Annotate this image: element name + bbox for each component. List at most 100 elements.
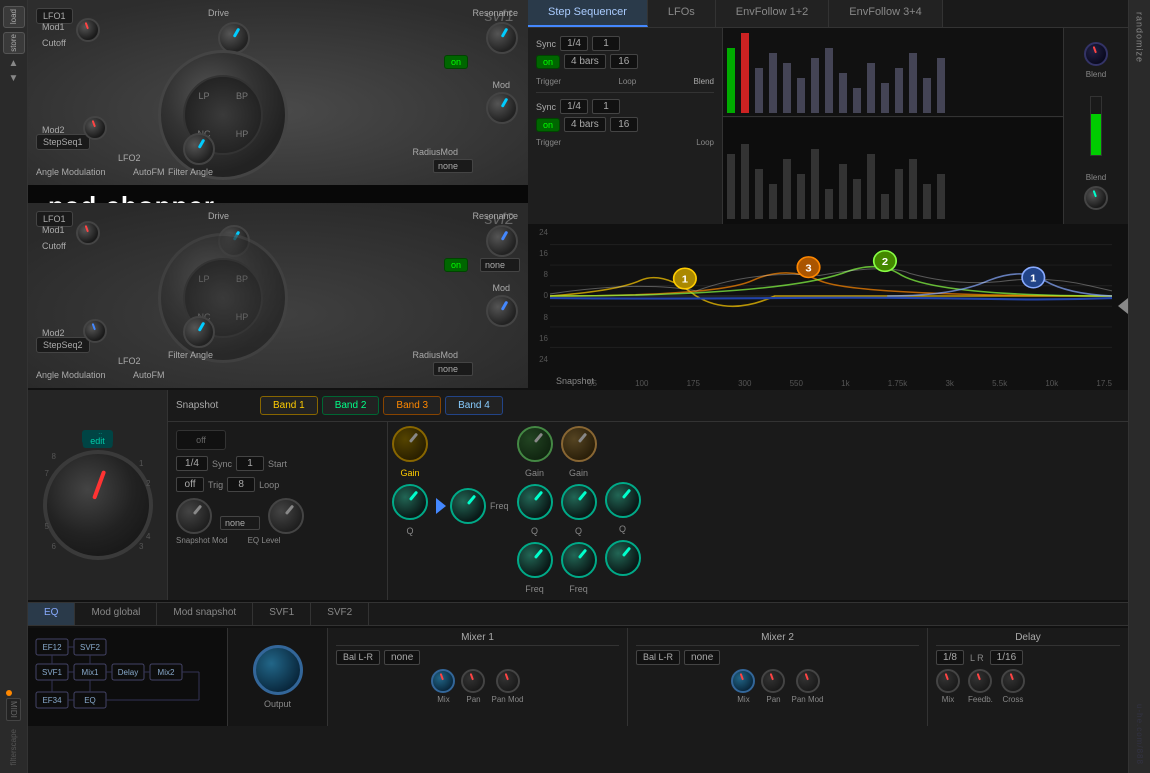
snapshot-off-btn[interactable]: off (176, 430, 226, 450)
mixer2-mix-knob[interactable] (731, 669, 755, 693)
seq1-sync-val[interactable]: 1/4 (560, 36, 588, 51)
delay-val2[interactable]: 1/16 (990, 650, 1023, 665)
output-knob[interactable] (253, 645, 303, 695)
seq1-on-toggle[interactable]: on (536, 55, 560, 69)
svf1-radiusmod-select[interactable]: none (433, 159, 473, 173)
seq2-on-toggle[interactable]: on (536, 118, 560, 132)
seq2-bars-svg (723, 134, 1063, 224)
mixer1-panmod-knob[interactable] (496, 669, 520, 693)
snapshot-trig-row: off Trig 8 Loop (176, 477, 379, 492)
eq-tab-mod-global[interactable]: Mod global (75, 603, 157, 625)
main-tab-bar: Step Sequencer LFOs EnvFollow 1+2 EnvFol… (528, 0, 1128, 28)
mixer2-none[interactable]: none (684, 650, 720, 665)
seq2-bars-val[interactable]: 4 bars (564, 117, 606, 132)
band3-button[interactable]: Band 3 (383, 396, 441, 415)
svf1-cutoff-label: Cutoff (42, 38, 66, 48)
band1-button[interactable]: Band 1 (260, 396, 318, 415)
store-button[interactable]: store (3, 32, 25, 54)
svf1-autofm-label: AutoFM (133, 167, 165, 177)
delay-val1[interactable]: 1/8 (936, 650, 964, 665)
svf2-resonance-select[interactable]: none (480, 258, 520, 272)
svf2-on-toggle[interactable]: on (444, 258, 468, 272)
snapshot-trig-val[interactable]: 8 (227, 477, 255, 492)
svf1-resonance-knob[interactable] (486, 22, 518, 54)
band2-q-knob[interactable] (517, 484, 553, 520)
snapshot-left-controls: off 1/4 Sync 1 Start off Trig 8 Loop (168, 422, 388, 600)
mixer1-mix-group: Mix (431, 669, 455, 704)
blend1-knob[interactable] (1084, 42, 1108, 66)
mixer1-bal-lr[interactable]: Bal L-R (336, 650, 380, 665)
band4-freq-knob[interactable] (605, 540, 641, 576)
mixer2-bal-lr[interactable]: Bal L-R (636, 650, 680, 665)
arrow-down-button[interactable]: ▼ (9, 73, 19, 84)
svf1-mod-knob[interactable] (486, 92, 518, 124)
delay-feedb-knob[interactable] (968, 669, 992, 693)
band1-q-knob[interactable] (392, 484, 428, 520)
band4-q-knob[interactable] (605, 482, 641, 518)
band1-freq-knob[interactable] (450, 488, 486, 524)
mixer2-panmod-knob[interactable] (796, 669, 820, 693)
svf2-mod1-knob[interactable] (76, 221, 100, 245)
tab-envfollow-34[interactable]: EnvFollow 3+4 (829, 0, 942, 27)
svf1-filter-wheel[interactable]: LP BP NC HP (158, 50, 288, 180)
mixer1-mix-knob[interactable] (431, 669, 455, 693)
seq2-num-val[interactable]: 1 (592, 99, 620, 114)
blend2-knob[interactable] (1084, 186, 1108, 210)
load-button[interactable]: load (3, 6, 25, 28)
mixer1-pan-knob[interactable] (461, 669, 485, 693)
svf2-mod2-knob[interactable] (83, 319, 107, 343)
seq1-sync-row: Sync 1/4 1 (536, 36, 714, 51)
svf2-radiusmod-select[interactable]: none (433, 362, 473, 376)
svf2-filter-wheel[interactable]: LP BP NC HP (158, 233, 288, 363)
band3-q-knob[interactable] (561, 484, 597, 520)
eq-tab-mod-snapshot[interactable]: Mod snapshot (157, 603, 253, 625)
svf1-mod2-knob[interactable] (83, 116, 107, 140)
delay-mix-knob[interactable] (936, 669, 960, 693)
seq1-loop-val[interactable]: 16 (610, 54, 638, 69)
seq1-num-val[interactable]: 1 (592, 36, 620, 51)
eq-tab-eq[interactable]: EQ (28, 603, 75, 625)
snapshot-num-val[interactable]: 1 (236, 456, 264, 471)
band3-gain-knob[interactable] (561, 426, 597, 462)
mixer1-pan-label: Pan (466, 695, 480, 704)
delay-cross-knob[interactable] (1001, 669, 1025, 693)
svf2-stepseq-box[interactable]: StepSeq2 (36, 337, 90, 353)
band1-freq-row: Freq (436, 488, 509, 524)
eq-tab-svf1[interactable]: SVF1 (253, 603, 311, 625)
svf2-mod-knob[interactable] (486, 295, 518, 327)
snapshot-off2-val[interactable]: off (176, 477, 204, 492)
snapshot-mod-knob[interactable] (176, 498, 212, 534)
mixer1-none[interactable]: none (384, 650, 420, 665)
snapshot-none-select[interactable]: none (220, 516, 260, 530)
band3-freq-knob[interactable] (561, 542, 597, 578)
svf2-resonance-knob[interactable] (486, 225, 518, 257)
band2-freq-knob[interactable] (517, 542, 553, 578)
seq2-loop-val[interactable]: 16 (610, 117, 638, 132)
tab-envfollow-12[interactable]: EnvFollow 1+2 (716, 0, 829, 27)
band2-button[interactable]: Band 2 (322, 396, 380, 415)
arrow-up-button[interactable]: ▲ (9, 58, 19, 69)
svf1-on-toggle[interactable]: on (444, 55, 468, 69)
seq2-sync-val[interactable]: 1/4 (560, 99, 588, 114)
blend1-indicator (1090, 96, 1102, 156)
svf1-filter-angle-knob[interactable] (183, 133, 215, 165)
band1-gain-knob[interactable] (392, 426, 428, 462)
mixer2-pan-knob[interactable] (761, 669, 785, 693)
band4-button[interactable]: Band 4 (445, 396, 503, 415)
svf1-stepseq-box[interactable]: StepSeq1 (36, 134, 90, 150)
delay-section: Delay 1/8 L R 1/16 Mix Feedb. (928, 628, 1128, 726)
seq1-bars-val[interactable]: 4 bars (564, 54, 606, 69)
band1-freq-arrow[interactable] (436, 498, 446, 514)
svf1-mod1-knob[interactable] (76, 18, 100, 42)
tab-step-sequencer[interactable]: Step Sequencer (528, 0, 648, 27)
large-dial[interactable]: 8 7 1 2 3 6 5 4 (43, 450, 153, 560)
band2-gain-knob[interactable] (517, 426, 553, 462)
eq-level-knob[interactable] (268, 498, 304, 534)
midi-button[interactable]: MIDI (6, 698, 21, 721)
svg-text:EQ: EQ (84, 696, 96, 705)
eq-tab-svf2[interactable]: SVF2 (311, 603, 369, 625)
tab-lfos[interactable]: LFOs (648, 0, 716, 27)
snapshot-sync-val[interactable]: 1/4 (176, 456, 208, 471)
svf1-radiusmod-label: RadiusMod (412, 147, 458, 157)
svf2-filter-angle-knob[interactable] (183, 316, 215, 348)
